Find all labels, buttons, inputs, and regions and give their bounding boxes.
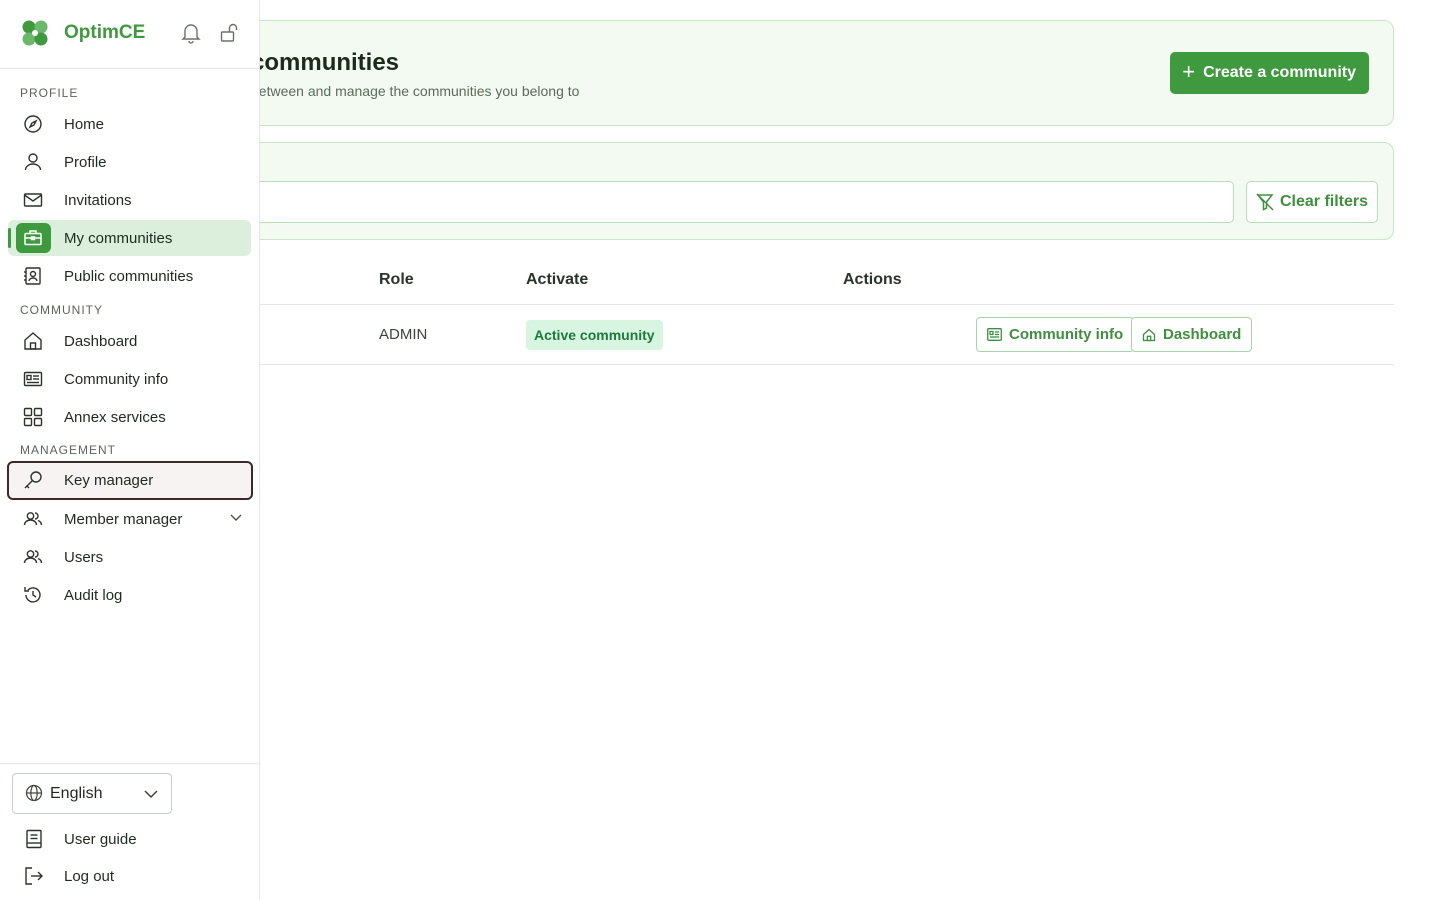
key-icon	[23, 470, 43, 490]
envelope-icon	[23, 190, 43, 210]
clover-logo-icon	[20, 18, 50, 48]
user-icon	[23, 152, 43, 172]
id-card-icon	[23, 369, 43, 389]
role-cell: ADMIN	[379, 326, 428, 343]
sidebar-item-label: Home	[64, 115, 105, 133]
sidebar-item-annex-services[interactable]: Annex services	[8, 399, 251, 435]
clear-filters-button[interactable]: Clear filters	[1246, 181, 1378, 223]
brand[interactable]: OptimCE	[20, 18, 145, 48]
language-select[interactable]: English	[12, 773, 172, 814]
column-header-role: Role	[379, 271, 414, 288]
community-info-button[interactable]: Community info	[976, 317, 1135, 352]
contact-book-icon	[23, 266, 43, 286]
column-header-actions: Actions	[843, 271, 902, 288]
sidebar-item-label: Dashboard	[64, 332, 138, 350]
users-icon	[23, 509, 43, 529]
sidebar-item-users[interactable]: Users	[8, 539, 251, 575]
user-guide-label: User guide	[64, 830, 137, 848]
brand-name: OptimCE	[64, 22, 146, 43]
sidebar-item-label: Audit log	[64, 586, 123, 604]
book-icon	[24, 829, 44, 849]
table-header: Role Activate Actions	[260, 258, 1394, 305]
sidebar-item-label: Users	[64, 548, 104, 566]
sidebar-item-label: Community info	[64, 370, 169, 388]
language-value: English	[50, 784, 103, 802]
sidebar-item-profile[interactable]: Profile	[8, 144, 251, 180]
sidebar-item-label: Profile	[64, 153, 107, 171]
active-indicator	[8, 228, 11, 248]
page-subtitle: between and manage the communities you b…	[251, 83, 580, 99]
plus-icon: +	[1182, 59, 1196, 84]
sidebar-item-my-communities[interactable]: My communities	[8, 220, 251, 256]
table-row: ADMIN Active community Community info Da…	[260, 305, 1394, 365]
filter-off-icon	[1256, 193, 1274, 211]
page-header-card: communities between and manage the commu…	[240, 20, 1394, 126]
dashboard-label: Dashboard	[1163, 326, 1242, 343]
user-guide-link[interactable]: User guide	[8, 824, 251, 854]
logout-label: Log out	[64, 867, 115, 885]
sidebar-item-label: My communities	[64, 229, 173, 247]
status-badge: Active community	[526, 320, 663, 350]
sidebar: OptimCE PROFILE Home Profile Invitations…	[0, 0, 260, 900]
sidebar-item-dashboard[interactable]: Dashboard	[8, 323, 251, 359]
filter-card: Clear filters	[240, 142, 1394, 240]
globe-icon	[25, 784, 43, 802]
sidebar-item-member-manager[interactable]: Member manager	[8, 501, 251, 537]
sidebar-item-key-manager[interactable]: Key manager	[7, 461, 253, 500]
sidebar-item-audit-log[interactable]: Audit log	[8, 577, 251, 613]
briefcase-icon	[23, 228, 43, 248]
create-community-button[interactable]: + Create a community	[1170, 52, 1369, 94]
bell-icon[interactable]	[181, 22, 201, 44]
dashboard-button[interactable]: Dashboard	[1131, 317, 1253, 352]
sidebar-item-home[interactable]: Home	[8, 106, 251, 142]
clear-filters-label: Clear filters	[1279, 193, 1369, 210]
logout-icon	[24, 866, 44, 886]
chevron-down-icon[interactable]	[229, 510, 243, 524]
column-header-activate: Activate	[526, 271, 589, 288]
sidebar-item-invitations[interactable]: Invitations	[8, 182, 251, 218]
sidebar-item-label: Invitations	[64, 191, 132, 209]
sidebar-item-public-communities[interactable]: Public communities	[8, 258, 251, 294]
community-info-label: Community info	[1009, 326, 1124, 343]
create-community-label: Create a community	[1203, 64, 1356, 81]
home-icon	[23, 331, 43, 351]
section-label-profile: PROFILE	[20, 86, 79, 100]
sidebar-item-label: Key manager	[64, 472, 154, 489]
home-icon	[1142, 328, 1156, 342]
history-icon	[23, 585, 43, 605]
page-title: communities	[251, 49, 400, 76]
users-icon	[23, 547, 43, 567]
unlock-icon[interactable]	[219, 22, 239, 44]
grid-icon	[23, 407, 43, 427]
compass-icon	[23, 114, 43, 134]
section-label-management: MANAGEMENT	[20, 443, 117, 457]
sidebar-item-label: Member manager	[64, 510, 183, 528]
sidebar-item-label: Public communities	[64, 267, 194, 285]
divider	[0, 68, 259, 69]
logout-link[interactable]: Log out	[8, 861, 251, 891]
id-card-icon	[987, 328, 1002, 341]
divider	[0, 763, 259, 764]
section-label-community: COMMUNITY	[20, 303, 103, 317]
sidebar-item-label: Annex services	[64, 408, 166, 426]
chevron-down-icon	[143, 787, 159, 801]
sidebar-item-community-info[interactable]: Community info	[8, 361, 251, 397]
search-input[interactable]	[249, 181, 1234, 223]
